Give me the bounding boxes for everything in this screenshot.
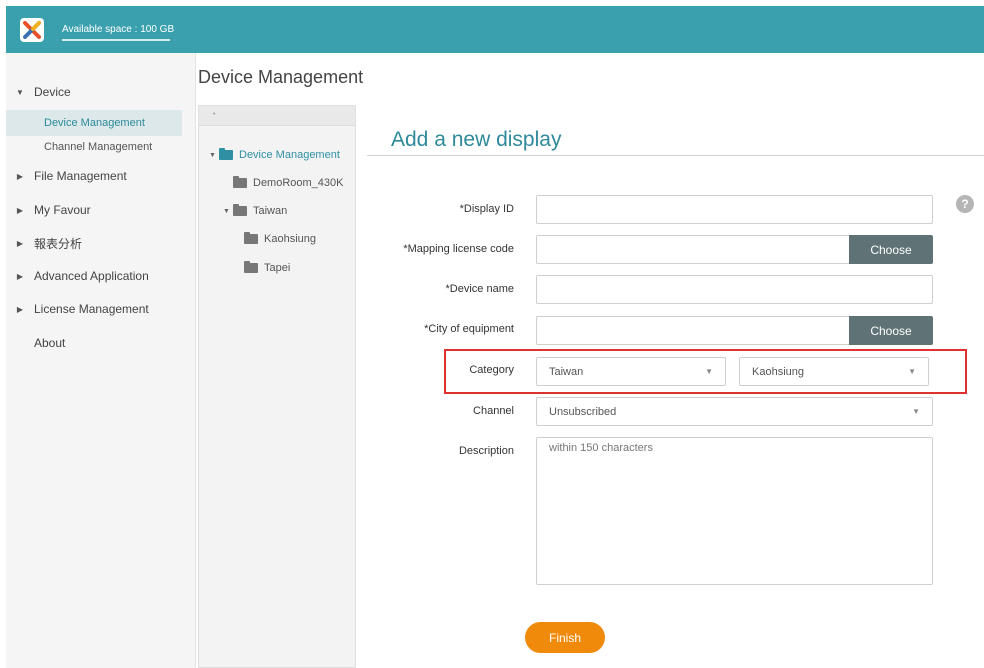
- tree-node-label: DemoRoom_430K: [253, 177, 344, 189]
- display-id-label: *Display ID: [459, 203, 514, 215]
- tree-toggle-icon[interactable]: ▼: [209, 152, 219, 159]
- sidebar-item-license-management[interactable]: ▶ License Management: [6, 296, 196, 322]
- help-icon[interactable]: ?: [956, 195, 974, 213]
- finish-button[interactable]: Finish: [525, 622, 605, 653]
- caret-right-icon: ▶: [16, 205, 24, 215]
- mapping-license-label: *Mapping license code: [403, 243, 514, 255]
- sidebar-item-device[interactable]: ▼ Device: [6, 79, 196, 105]
- display-id-input[interactable]: [536, 195, 933, 224]
- storage-usage-bar: [62, 39, 170, 41]
- highlight-box: [444, 349, 967, 394]
- folder-open-icon: [219, 148, 233, 160]
- tree-node-taiwan[interactable]: ▼ Taiwan: [223, 204, 288, 217]
- channel-select[interactable]: Unsubscribed ▼: [536, 397, 933, 426]
- sidebar-item-label: File Management: [34, 169, 127, 183]
- caret-right-icon: ▶: [16, 238, 24, 248]
- sidebar-item-advanced-application[interactable]: ▶ Advanced Application: [6, 263, 196, 289]
- sidebar-item-label: Advanced Application: [34, 269, 149, 283]
- sidebar-item-report-analysis[interactable]: ▶ 報表分析: [6, 230, 196, 256]
- tree-toolbar: •: [199, 106, 355, 126]
- mapping-license-input[interactable]: [536, 235, 850, 264]
- tree-node-label: Taiwan: [253, 205, 288, 217]
- form-divider: [367, 155, 984, 156]
- tree-node-label: Device Management: [239, 149, 340, 161]
- tree-node-tapei[interactable]: Tapei: [244, 261, 291, 274]
- caret-right-icon: ▶: [16, 171, 24, 181]
- device-name-label: *Device name: [445, 283, 514, 295]
- description-textarea[interactable]: within 150 characters: [536, 437, 933, 585]
- description-placeholder: within 150 characters: [549, 442, 653, 454]
- sidebar-item-label: About: [34, 336, 66, 350]
- folder-icon: [244, 261, 258, 273]
- sidebar-item-file-management[interactable]: ▶ File Management: [6, 163, 196, 189]
- tree-node-kaohsiung[interactable]: Kaohsiung: [244, 232, 316, 245]
- caret-right-icon: ▶: [16, 304, 24, 314]
- tree-node-label: Tapei: [264, 262, 291, 274]
- chevron-down-icon: ▼: [912, 407, 920, 416]
- form-title: Add a new display: [391, 128, 562, 151]
- sidebar: ▼ Device Device Management Channel Manag…: [6, 53, 196, 668]
- choose-license-button[interactable]: Choose: [849, 235, 933, 264]
- caret-right-icon: ▶: [16, 271, 24, 281]
- tree-node-demoroom[interactable]: DemoRoom_430K: [233, 176, 344, 189]
- tree-collapse-handle[interactable]: •: [213, 111, 215, 118]
- sidebar-item-label: Channel Management: [44, 141, 153, 153]
- choose-city-button[interactable]: Choose: [849, 316, 933, 345]
- sidebar-item-my-favour[interactable]: ▶ My Favour: [6, 197, 196, 223]
- sidebar-item-channel-management[interactable]: Channel Management: [6, 134, 196, 160]
- city-label: *City of equipment: [424, 323, 514, 335]
- tree-toggle-icon[interactable]: ▼: [223, 208, 233, 215]
- sidebar-item-device-management[interactable]: Device Management: [6, 110, 182, 136]
- sidebar-item-label: My Favour: [34, 203, 91, 217]
- folder-icon: [244, 232, 258, 244]
- sidebar-item-label: 報表分析: [34, 236, 83, 251]
- device-name-input[interactable]: [536, 275, 933, 304]
- available-space-text: Available space : 100 GB: [62, 24, 175, 35]
- top-bar: Available space : 100 GB: [6, 6, 984, 53]
- device-tree-panel: • ▼ Device Management DemoRoom_430K ▼ Ta…: [198, 105, 356, 668]
- select-value: Unsubscribed: [549, 405, 617, 418]
- tree-node-label: Kaohsiung: [264, 233, 316, 245]
- sidebar-item-label: Device Management: [44, 117, 145, 129]
- sidebar-item-label: License Management: [34, 302, 149, 316]
- sidebar-item-label: Device: [34, 85, 71, 99]
- sidebar-item-about[interactable]: About: [6, 330, 196, 356]
- page-title: Device Management: [198, 67, 364, 87]
- folder-icon: [233, 204, 247, 216]
- channel-label: Channel: [473, 405, 514, 417]
- folder-icon: [233, 176, 247, 188]
- app-logo-icon[interactable]: [20, 18, 44, 42]
- tree-node-device-management[interactable]: ▼ Device Management: [209, 148, 340, 161]
- city-input[interactable]: [536, 316, 850, 345]
- description-label: Description: [458, 445, 514, 457]
- caret-down-icon: ▼: [16, 87, 24, 97]
